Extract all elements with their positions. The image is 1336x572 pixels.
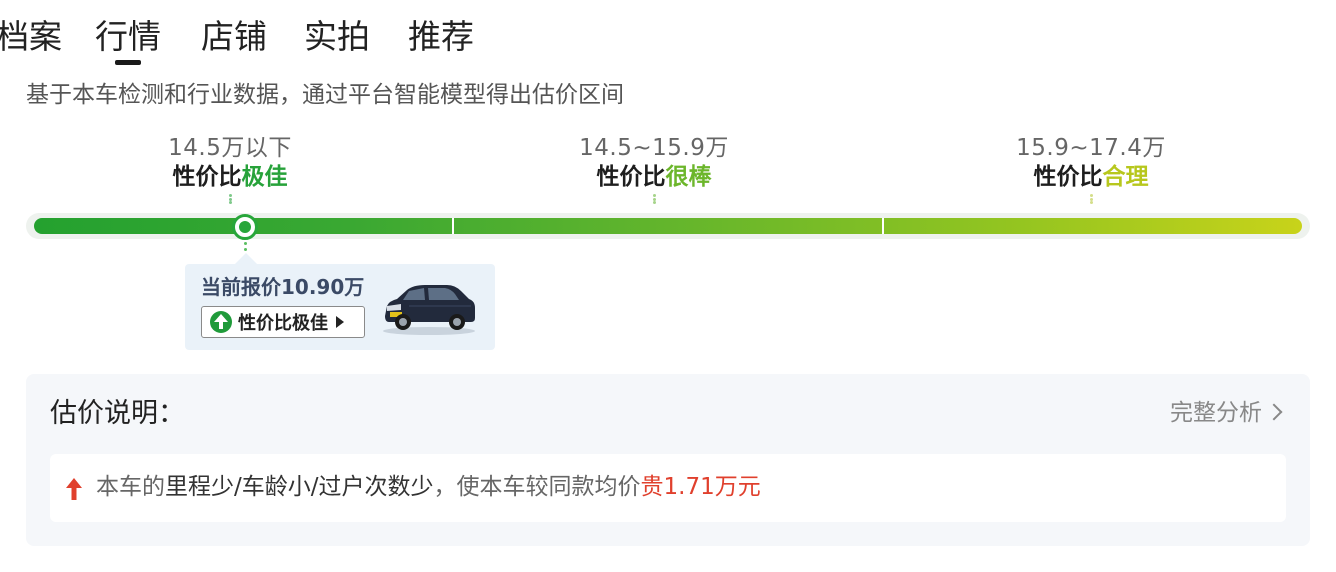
bar-separator (452, 218, 454, 234)
current-price-card[interactable]: 当前报价10.90万 性价比极佳 (185, 253, 495, 350)
valuation-intro: 基于本车检测和行业数据，通过平台智能模型得出估价区间 (26, 82, 624, 108)
valuation-bar-track (26, 213, 1310, 239)
market-page: 档案 行情 店铺 实拍 推荐 基于本车检测和行业数据，通过平台智能模型得出估价区… (0, 0, 1336, 572)
tab-recommend[interactable]: 推荐 (408, 14, 474, 60)
play-triangle-icon (336, 316, 344, 328)
current-price: 当前报价10.90万 (201, 275, 365, 299)
valuation-bar (34, 218, 1302, 234)
value-badge[interactable]: 性价比极佳 (201, 306, 365, 338)
arrow-up-icon (66, 478, 82, 500)
explanation-text: 本车的里程少/车龄小/过户次数少，使本车较同款均价贵1.71万元 (96, 474, 761, 500)
segment-excellent: 14.5万以下 性价比极佳 (130, 134, 330, 204)
full-analysis-link[interactable]: 完整分析 (1170, 397, 1283, 429)
explanation-row: 本车的里程少/车龄小/过户次数少，使本车较同款均价贵1.71万元 (50, 454, 1286, 522)
valuation-explanation: 估价说明： 完整分析 本车的里程少/车龄小/过户次数少，使本车较同款均价贵1.7… (26, 374, 1310, 546)
active-tab-indicator (115, 60, 141, 65)
explanation-title: 估价说明： (50, 398, 185, 429)
current-price-marker (232, 214, 258, 240)
segment-dots (228, 194, 232, 204)
segment-dots (1089, 194, 1093, 204)
segment-range: 14.5万以下 (168, 135, 292, 161)
up-arrow-icon (210, 311, 232, 333)
segment-rating: 性价比极佳 (172, 164, 288, 190)
segment-great: 14.5~15.9万 性价比很棒 (554, 134, 754, 204)
chevron-right-icon (1265, 403, 1283, 421)
segment-rating: 性价比合理 (1033, 164, 1149, 190)
segment-fair: 15.9~17.4万 性价比合理 (991, 134, 1191, 204)
segment-range: 15.9~17.4万 (1016, 135, 1166, 161)
bar-separator (882, 218, 884, 234)
tab-archive[interactable]: 档案 (0, 14, 62, 60)
segment-rating: 性价比很棒 (596, 164, 712, 190)
tab-bar: 档案 行情 店铺 实拍 推荐 (0, 0, 1336, 70)
tab-market[interactable]: 行情 (95, 14, 161, 60)
full-analysis-label: 完整分析 (1170, 400, 1262, 426)
segment-range: 14.5~15.9万 (579, 135, 729, 161)
car-thumbnail (383, 285, 475, 335)
tab-store[interactable]: 店铺 (201, 14, 267, 60)
segment-dots (652, 194, 656, 204)
tab-photos[interactable]: 实拍 (304, 14, 370, 60)
badge-label: 性价比极佳 (238, 313, 328, 334)
